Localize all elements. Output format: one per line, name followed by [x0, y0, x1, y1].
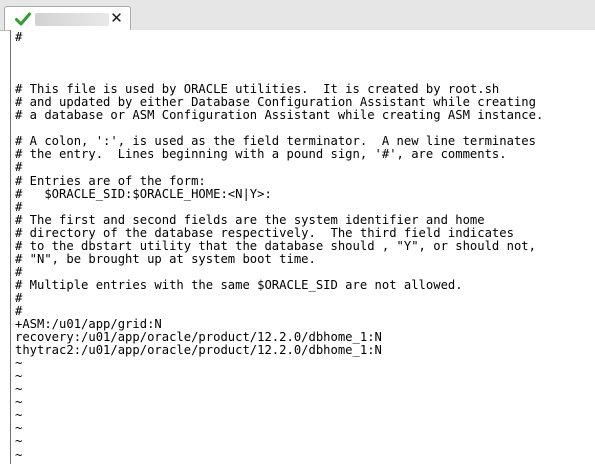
- editor-line: # The first and second fields are the sy…: [15, 212, 485, 227]
- editor-line: # $ORACLE_SID:$ORACLE_HOME:<N|Y>:: [15, 186, 272, 201]
- empty-line-marker: ~: [15, 369, 23, 384]
- editor-line: #: [15, 264, 23, 279]
- empty-line-marker: ~: [15, 408, 23, 423]
- editor-line: thytrac2:/u01/app/oracle/product/12.2.0/…: [15, 343, 382, 358]
- editor-line: # to the dbstart utility that the databa…: [15, 238, 536, 253]
- empty-line-marker: ~: [15, 356, 23, 371]
- empty-line-marker: ~: [15, 447, 23, 462]
- tab-filename: [35, 13, 109, 26]
- editor-line: #: [15, 30, 23, 44]
- editor-line: # Entries are of the form:: [15, 173, 206, 188]
- editor-line: # a database or ASM Configuration Assist…: [15, 108, 544, 123]
- editor-line: # Multiple entries with the same $ORACLE…: [15, 277, 463, 292]
- editor-line: #: [15, 199, 23, 214]
- editor-line: #: [15, 160, 23, 175]
- editor-line: # directory of the database respectively…: [15, 225, 514, 240]
- file-content: # # This file is used by ORACLE utilities…: [15, 30, 544, 464]
- editor-line: # the entry. Lines beginning with a poun…: [15, 147, 507, 162]
- file-tab[interactable]: ✕: [4, 6, 131, 30]
- empty-line-marker: ~: [15, 395, 23, 410]
- empty-line-marker: ~: [15, 434, 23, 449]
- tab-bar: ✕: [0, 0, 595, 31]
- checkmark-icon: [14, 10, 32, 27]
- empty-line-marker: ~: [15, 382, 23, 397]
- editor-line: # "N", be brought up at system boot time…: [15, 251, 316, 266]
- editor-line: #: [15, 290, 23, 305]
- text-editor[interactable]: # # This file is used by ORACLE utilities…: [10, 30, 595, 464]
- empty-line-marker: ~: [15, 421, 23, 436]
- close-icon[interactable]: ✕: [108, 10, 125, 27]
